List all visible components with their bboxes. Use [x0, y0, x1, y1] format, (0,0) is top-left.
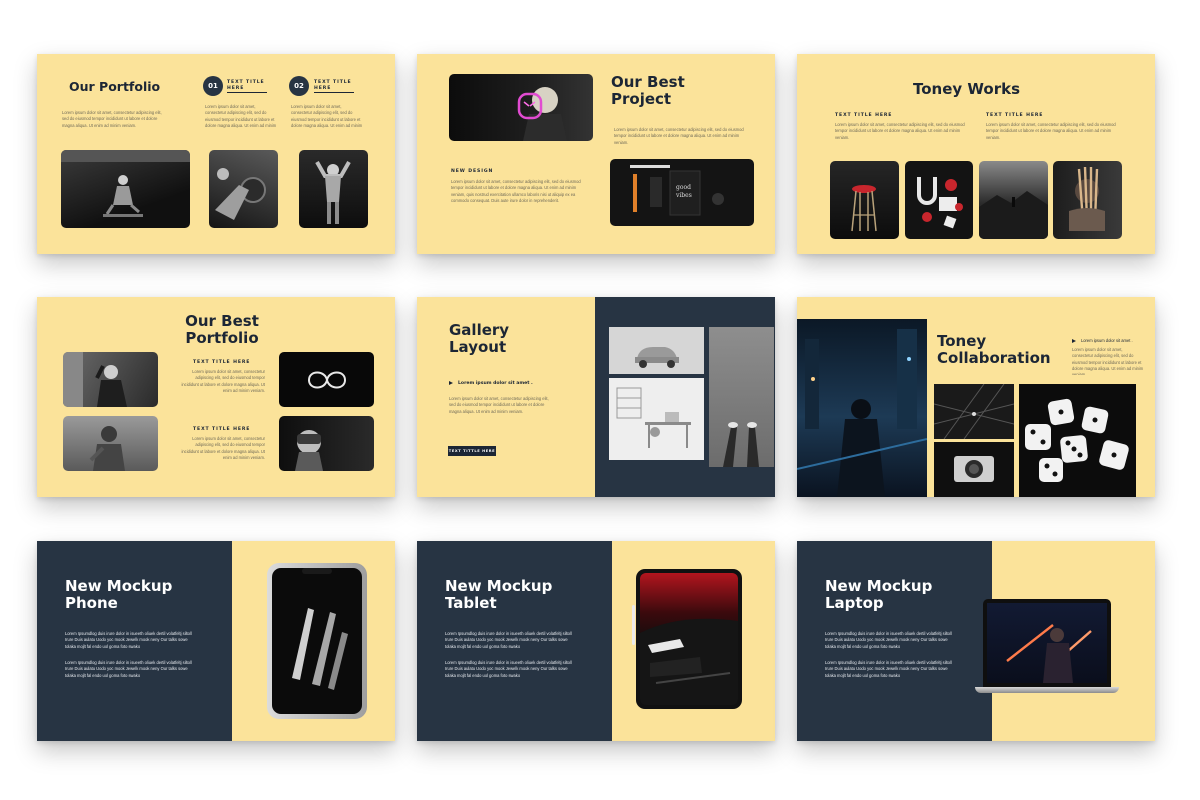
body-text: Lorem ipsum dolor sit amet, consectetur …: [449, 396, 549, 414]
slide-mockup-tablet[interactable]: New Mockup Tablet Lorem Ipsumdlog duis i…: [417, 541, 775, 741]
neon-mask-photo: [449, 74, 593, 141]
intro-text: Lorem ipsum dolor sit amet, consectetur …: [614, 127, 744, 145]
text-title-2: TEXT TITLE HERE: [193, 427, 251, 432]
woman-photo-1: [63, 352, 158, 407]
column-text-2: Lorem ipsum dolor sit amet, consectetur …: [291, 104, 363, 128]
laptop-device: [975, 599, 1119, 695]
motorcycle-photo: [209, 150, 278, 228]
slide-title: Our Best Portfolio: [185, 312, 259, 347]
slide-mockup-phone[interactable]: New Mockup Phone Lorem Ipsumdlog duis ir…: [37, 541, 395, 741]
number-badge-01: 01: [203, 76, 223, 96]
body-text-2: Lorem Ipsumdlog duis irure dolor in isue…: [65, 660, 192, 678]
bullet-text: Lorem ipsum dolor sit amet .: [1081, 338, 1133, 343]
woman-photo-2: [63, 416, 158, 471]
column-text-1: Lorem ipsum dolor sit amet, consectetur …: [835, 122, 965, 140]
slide-mockup-laptop[interactable]: New Mockup Laptop Lorem Ipsumdlog duis i…: [797, 541, 1155, 741]
slide-title: Gallery Layout: [449, 321, 510, 356]
slide-title: New Mockup Tablet: [445, 577, 553, 612]
slide-toney-works[interactable]: Toney Works TEXT TITLE HERE Lorem ipsum …: [797, 54, 1155, 254]
camera-photo: [934, 442, 1014, 497]
tablet-device: [632, 569, 742, 709]
slide-our-portfolio[interactable]: Our Portfolio Lorem ipsum dolor sit amet…: [37, 54, 395, 254]
laptop-base: [975, 687, 1119, 693]
infinity-light-photo: [279, 352, 374, 407]
slide-gallery-layout[interactable]: Gallery Layout Lorem ipsum dolor sit ame…: [417, 297, 775, 497]
slide-title: Our Best Project: [611, 73, 685, 108]
divider: [227, 92, 267, 93]
vr-headset-photo: [279, 416, 374, 471]
body-text: Lorem ipsum dolor sit amet, consectetur …: [451, 179, 581, 204]
stationery-photo: good vibes: [610, 159, 754, 226]
body-text-1: Lorem Ipsumdlog duis irure dolor in isue…: [825, 631, 952, 649]
tablet-screen: [640, 573, 738, 705]
night-city-photo: [797, 319, 927, 497]
svg-text:vibes: vibes: [675, 192, 692, 199]
section-label: NEW DESIGN: [451, 169, 494, 174]
divider: [314, 92, 354, 93]
laptop-display: [987, 603, 1107, 683]
text-title-1: TEXT TITLE HERE: [835, 113, 893, 118]
car-photo: [609, 327, 704, 374]
parking-photo: [934, 384, 1014, 439]
slide-title: New Mockup Phone: [65, 577, 173, 612]
body-text-1: Lorem Ipsumdlog duis irure dolor in isue…: [65, 631, 192, 649]
intro-text: Lorem ipsum dolor sit amet, consectetur …: [62, 110, 162, 128]
text-title-1: TEXT TITLE HERE: [227, 80, 265, 92]
slide-title: Toney Collaboration: [937, 332, 1051, 367]
objects-photo: [905, 161, 973, 239]
svg-text:good: good: [676, 184, 691, 191]
column-text-1: Lorem ipsum dolor sit amet, consectetur …: [205, 104, 277, 128]
body-text-1: Lorem Ipsumdlog duis irure dolor in isue…: [445, 631, 572, 649]
slide-toney-collaboration[interactable]: Toney Collaboration Lorem ipsum dolor si…: [797, 297, 1155, 497]
slide-our-best-portfolio[interactable]: Our Best Portfolio TEXT TITLE HERE Lorem…: [37, 297, 395, 497]
text-title-2: TEXT TITLE HERE: [314, 80, 352, 92]
column-text-1: Lorem ipsum dolor sit amet, consectetur …: [181, 369, 265, 394]
text-title-button[interactable]: TEXT TITTLE HERE: [448, 446, 496, 456]
column-text-2: Lorem ipsum dolor sit amet, consectetur …: [986, 122, 1116, 140]
slide-title: Our Portfolio: [69, 79, 161, 94]
shoes-photo: [709, 327, 774, 467]
text-title-1: TEXT TITLE HERE: [193, 360, 251, 365]
slide-our-best-project[interactable]: Our Best Project Lorem ipsum dolor sit a…: [417, 54, 775, 254]
dice-photo: [1019, 384, 1136, 497]
number-badge-02: 02: [289, 76, 309, 96]
bullet-text: Lorem ipsum dolor sit amet .: [458, 381, 533, 386]
stool-photo: [830, 161, 899, 239]
slide-title: New Mockup Laptop: [825, 577, 933, 612]
bullet-arrow-icon: [449, 381, 453, 385]
drumsticks-photo: [1053, 161, 1122, 239]
slide-title: Toney Works: [913, 80, 1021, 98]
phone-screen: [272, 568, 362, 714]
mountain-photo: [979, 161, 1048, 239]
desk-photo: [609, 378, 704, 460]
skateboarder-photo: [61, 150, 190, 228]
stylus: [632, 605, 635, 645]
body-text-2: Lorem Ipsumdlog duis irure dolor in isue…: [445, 660, 572, 678]
athlete-photo: [299, 150, 368, 228]
laptop-screen: [983, 599, 1111, 687]
body-text: Lorem ipsum dolor sit amet, consectetur …: [1072, 347, 1144, 375]
bullet-arrow-icon: [1072, 339, 1076, 343]
text-title-2: TEXT TITLE HERE: [986, 113, 1044, 118]
phone-device: [267, 563, 367, 719]
column-text-2: Lorem ipsum dolor sit amet, consectetur …: [181, 436, 265, 461]
body-text-2: Lorem Ipsumdlog duis irure dolor in isue…: [825, 660, 952, 678]
